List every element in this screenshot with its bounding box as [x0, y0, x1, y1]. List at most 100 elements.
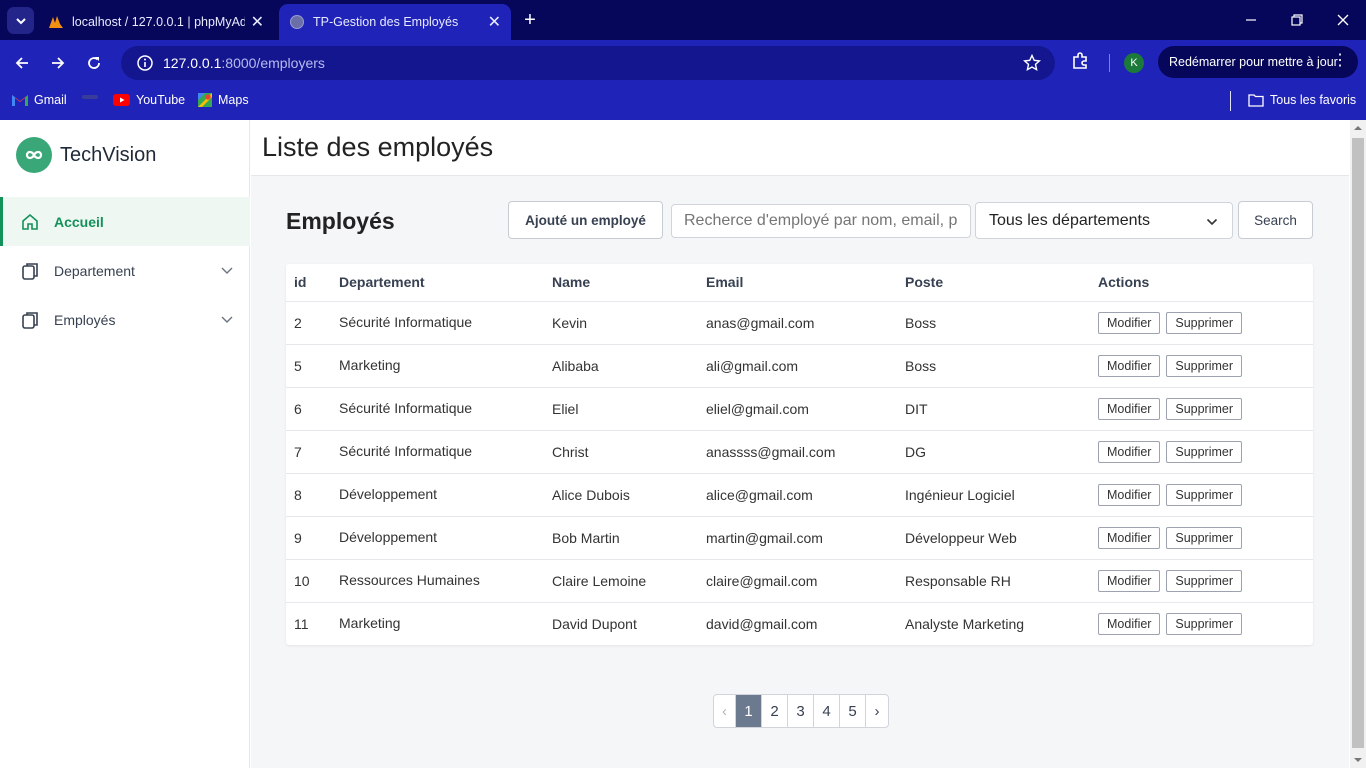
- scroll-up-icon[interactable]: [1354, 124, 1362, 132]
- close-icon[interactable]: ✕: [488, 12, 501, 32]
- tab-phpmyadmin[interactable]: localhost / 127.0.0.1 | phpMyAdmin ✕: [38, 4, 274, 40]
- edit-button[interactable]: Modifier: [1098, 440, 1161, 463]
- cell-id: 8: [286, 473, 331, 517]
- web-page: TechVision Accueil Departement Employés …: [0, 120, 1366, 768]
- cell-actions: Modifier Supprimer: [1090, 516, 1313, 560]
- profile-avatar[interactable]: K: [1124, 53, 1144, 73]
- site-info-icon[interactable]: [127, 54, 163, 72]
- pagination-page-4[interactable]: 4: [814, 695, 840, 727]
- cell-poste: DIT: [897, 387, 1090, 431]
- tab-gestion-employes[interactable]: TP-Gestion des Employés ✕: [279, 4, 511, 40]
- cell-poste: Boss: [897, 344, 1090, 388]
- bookmark-unnamed[interactable]: [82, 93, 98, 101]
- new-tab-button[interactable]: +: [519, 9, 541, 31]
- cell-email: anassss@gmail.com: [698, 430, 897, 474]
- table-row: 7 Sécurité Informatique Christ anassss@g…: [286, 430, 1313, 474]
- department-select[interactable]: Tous les départements: [975, 202, 1233, 239]
- sidebar-item-employes[interactable]: Employés: [0, 295, 250, 344]
- pagination-next[interactable]: ›: [866, 695, 888, 727]
- more-vert-icon[interactable]: ⋮: [1332, 53, 1348, 69]
- gmail-icon: [12, 95, 28, 106]
- cell-actions: Modifier Supprimer: [1090, 344, 1313, 388]
- forward-button[interactable]: [46, 51, 70, 75]
- chevron-down-icon: [221, 316, 233, 323]
- extensions-icon[interactable]: [1070, 51, 1090, 76]
- close-window-button[interactable]: [1320, 0, 1366, 40]
- tab-title: localhost / 127.0.0.1 | phpMyAdmin: [72, 15, 245, 29]
- edit-button[interactable]: Modifier: [1098, 483, 1161, 506]
- bookmark-label: Tous les favoris: [1270, 93, 1357, 107]
- cell-actions: Modifier Supprimer: [1090, 559, 1313, 603]
- youtube-icon: [113, 94, 130, 106]
- delete-button[interactable]: Supprimer: [1166, 311, 1243, 334]
- delete-button[interactable]: Supprimer: [1166, 612, 1243, 635]
- edit-button[interactable]: Modifier: [1098, 612, 1161, 635]
- cell-poste: Analyste Marketing: [905, 615, 1025, 632]
- all-bookmarks-button[interactable]: Tous les favoris: [1248, 93, 1356, 107]
- search-input[interactable]: [671, 204, 971, 238]
- address-bar[interactable]: 127.0.0.1:8000/employers: [121, 46, 1055, 80]
- delete-button[interactable]: Supprimer: [1166, 569, 1243, 592]
- cell-email: martin@gmail.com: [698, 516, 897, 560]
- cell-id: 6: [286, 387, 331, 431]
- cell-email: ali@gmail.com: [698, 344, 897, 388]
- brand[interactable]: TechVision: [16, 137, 156, 173]
- minimize-button[interactable]: [1228, 0, 1274, 40]
- employees-table: id Departement Name Email Poste Actions …: [286, 264, 1313, 645]
- bookmark-maps[interactable]: Maps: [198, 93, 249, 107]
- delete-button[interactable]: Supprimer: [1166, 354, 1243, 377]
- toolbar-divider: [1109, 54, 1110, 72]
- tab-search-button[interactable]: [7, 7, 34, 34]
- page-title: Liste des employés: [262, 132, 494, 162]
- phpmyadmin-icon: [49, 16, 63, 28]
- folder-icon: [1248, 93, 1264, 107]
- close-icon[interactable]: ✕: [251, 12, 264, 32]
- sidebar-item-departement[interactable]: Departement: [0, 246, 250, 295]
- reload-button[interactable]: [82, 51, 106, 75]
- search-button[interactable]: Search: [1238, 201, 1313, 239]
- cell-id: 7: [286, 430, 331, 474]
- pagination-page-1[interactable]: 1: [736, 695, 762, 727]
- globe-icon: [290, 15, 304, 29]
- bookmark-star-icon[interactable]: [1022, 53, 1042, 77]
- sidebar-item-accueil[interactable]: Accueil: [0, 197, 250, 246]
- table-row: 9 Développement Bob Martin martin@gmail.…: [286, 516, 1313, 560]
- table-row: 11 Marketing David Dupont david@gmail.co…: [286, 602, 1313, 645]
- bookmark-youtube[interactable]: YouTube: [113, 93, 185, 107]
- cell-departement: Marketing: [339, 614, 401, 631]
- cell-name: Alibaba: [544, 344, 698, 388]
- edit-button[interactable]: Modifier: [1098, 569, 1161, 592]
- pagination-prev: ‹: [714, 695, 736, 727]
- cell-id: 11: [294, 615, 309, 632]
- maps-icon: [198, 93, 212, 107]
- scrollbar-thumb[interactable]: [1352, 138, 1364, 748]
- home-icon: [22, 213, 38, 230]
- cell-poste: Ingénieur Logiciel: [897, 473, 1090, 517]
- scroll-down-icon[interactable]: [1354, 756, 1362, 764]
- restore-button[interactable]: [1274, 0, 1320, 40]
- pagination-page-5[interactable]: 5: [840, 695, 866, 727]
- pagination-page-2[interactable]: 2: [762, 695, 788, 727]
- cell-name: Christ: [544, 430, 698, 474]
- cell-name: Bob Martin: [544, 516, 698, 560]
- column-header-departement: Departement: [331, 264, 544, 302]
- edit-button[interactable]: Modifier: [1098, 354, 1161, 377]
- delete-button[interactable]: Supprimer: [1166, 397, 1243, 420]
- bookmarks-divider: [1230, 91, 1231, 111]
- update-button[interactable]: Redémarrer pour mettre à jour ⋮: [1158, 46, 1358, 78]
- column-header-id: id: [286, 264, 331, 302]
- pagination-page-3[interactable]: 3: [788, 695, 814, 727]
- delete-button[interactable]: Supprimer: [1166, 440, 1243, 463]
- bookmark-gmail[interactable]: Gmail: [12, 93, 67, 107]
- arrow-right-icon: [52, 57, 65, 69]
- edit-button[interactable]: Modifier: [1098, 311, 1161, 334]
- cell-actions: Modifier Supprimer: [1090, 602, 1313, 645]
- back-button[interactable]: [10, 51, 34, 75]
- delete-button[interactable]: Supprimer: [1166, 526, 1243, 549]
- edit-button[interactable]: Modifier: [1098, 397, 1161, 420]
- edit-button[interactable]: Modifier: [1098, 526, 1161, 549]
- page-scrollbar[interactable]: [1350, 120, 1366, 768]
- cell-id: 5: [286, 344, 331, 388]
- add-employee-button[interactable]: Ajouté un employé: [508, 201, 663, 239]
- delete-button[interactable]: Supprimer: [1166, 483, 1243, 506]
